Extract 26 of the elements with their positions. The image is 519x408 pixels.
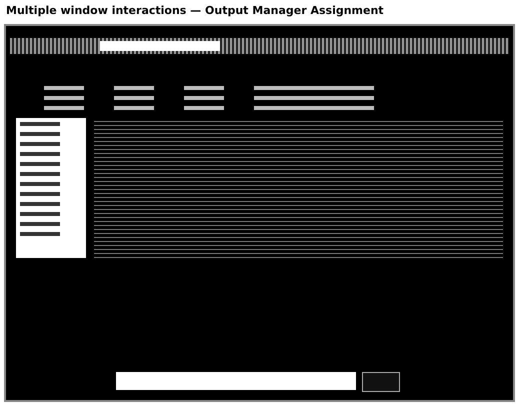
list-item-drawing[interactable]: [20, 232, 60, 236]
input-field[interactable]: [116, 372, 356, 390]
list-item-drawing[interactable]: [20, 132, 60, 136]
table-cell-drawing: [114, 106, 154, 110]
list-item-drawing[interactable]: [20, 162, 60, 166]
page-title: Multiple window interactions — Output Manager Assignment: [5, 3, 385, 19]
table-cell-drawing: [184, 96, 224, 100]
table-cell-drawing: [44, 96, 84, 100]
list-item-drawing[interactable]: [20, 202, 60, 206]
list-item-drawing[interactable]: [20, 122, 60, 126]
list-item-drawing[interactable]: [20, 142, 60, 146]
list-item-drawing[interactable]: [20, 222, 60, 226]
dark-button-drawing[interactable]: [362, 372, 400, 392]
list-item-drawing[interactable]: [20, 182, 60, 186]
table-cell-drawing: [184, 86, 224, 90]
table-cell-drawing: [44, 106, 84, 110]
popup-list[interactable]: [16, 118, 86, 258]
list-item-drawing[interactable]: [20, 192, 60, 196]
table-cell-drawing: [114, 96, 154, 100]
list-item-drawing[interactable]: [20, 212, 60, 216]
table-cell-drawing: [114, 86, 154, 90]
list-item-drawing[interactable]: [20, 152, 60, 156]
menu-field[interactable]: [100, 41, 220, 51]
list-item-drawing[interactable]: [20, 172, 60, 176]
table-cell-drawing: [184, 106, 224, 110]
table-cell-drawing: [44, 86, 84, 90]
